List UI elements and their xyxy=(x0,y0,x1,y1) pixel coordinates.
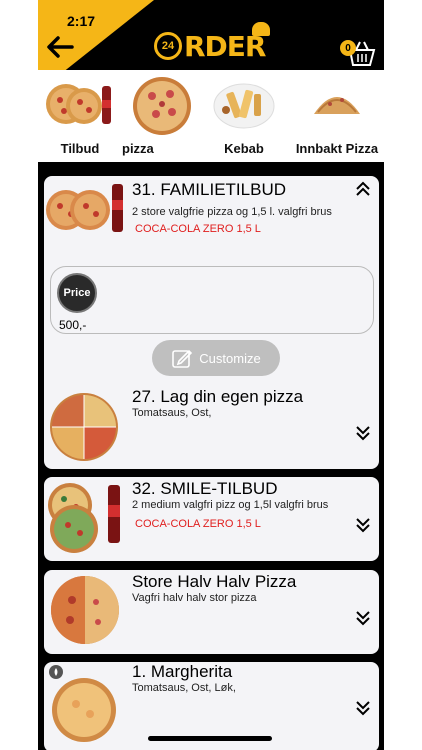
category-innbakt-pizza[interactable]: Innbakt Pizza xyxy=(290,70,384,162)
item-option: COCA-COLA ZERO 1,5 L xyxy=(135,518,261,530)
item-image xyxy=(52,678,116,742)
item-image xyxy=(46,184,123,232)
calzone-image xyxy=(314,97,360,114)
item-title: 31. FAMILIETILBUD xyxy=(132,180,286,199)
category-kebab[interactable]: Kebab xyxy=(204,70,284,162)
chevron-down-icon[interactable] xyxy=(355,700,371,716)
item-description: Vagfri halv halv stor pizza xyxy=(132,592,257,604)
app-logo: 24 RDER xyxy=(154,22,270,66)
app-screen: 2:17 24 RDER 0 Tilbud pizza Kebab Innbak… xyxy=(38,0,384,750)
item-description: 2 store valgfrie pizza og 1,5 l. valgfri… xyxy=(132,206,332,218)
menu-item-lag-din-egen-pizza[interactable]: 27. Lag din egen pizza Tomatsaus, Ost, xyxy=(44,385,379,469)
chevron-down-icon[interactable] xyxy=(355,517,371,533)
menu-item-familietilbud[interactable]: 31. FAMILIETILBUD 2 store valgfrie pizza… xyxy=(44,176,379,405)
home-indicator[interactable] xyxy=(148,736,272,741)
chef-hat-icon xyxy=(252,22,270,36)
menu-item-store-halv-halv-pizza[interactable]: Store Halv Halv Pizza Vagfri halv halv s… xyxy=(44,570,379,654)
category-tilbud[interactable]: Tilbud xyxy=(38,70,122,162)
price-value: 500,- xyxy=(59,318,87,332)
cart-count-badge: 0 xyxy=(340,40,356,56)
chevron-down-icon[interactable] xyxy=(355,425,371,441)
customize-label: Customize xyxy=(199,350,261,366)
status-time: 2:17 xyxy=(67,13,96,29)
item-image xyxy=(50,393,118,461)
item-image xyxy=(51,576,119,644)
item-description: 2 medium valgfri pizz og 1,5l valgfri br… xyxy=(132,499,329,511)
item-title: 1. Margherita xyxy=(132,662,233,681)
kebab-image xyxy=(213,83,275,129)
back-arrow-icon[interactable] xyxy=(42,30,76,64)
customize-button[interactable]: Customize xyxy=(152,340,280,376)
category-label: pizza xyxy=(122,141,154,156)
item-title: 32. SMILE-TILBUD xyxy=(132,479,278,498)
app-header: 2:17 24 RDER 0 xyxy=(38,0,384,92)
menu-item-smile-tilbud[interactable]: 32. SMILE-TILBUD 2 medium valgfri pizz o… xyxy=(44,477,379,561)
category-label: Innbakt Pizza xyxy=(295,141,379,156)
menu-list: 31. FAMILIETILBUD 2 store valgfrie pizza… xyxy=(38,162,384,750)
category-label: Tilbud xyxy=(60,141,100,156)
price-label: Price xyxy=(57,273,97,313)
edit-icon xyxy=(172,349,193,368)
category-pizza[interactable]: pizza xyxy=(122,70,202,162)
category-label: Kebab xyxy=(224,141,264,156)
pizza-image xyxy=(133,77,191,135)
item-description: Tomatsaus, Ost, Løk, xyxy=(132,682,236,694)
item-image xyxy=(48,483,120,553)
item-description: Tomatsaus, Ost, xyxy=(132,407,212,419)
item-title: 27. Lag din egen pizza xyxy=(132,387,304,406)
chevron-up-icon[interactable] xyxy=(355,181,371,197)
item-title: Store Halv Halv Pizza xyxy=(132,572,297,591)
price-box: Price 500,- xyxy=(50,266,374,334)
pizza-cola-image xyxy=(46,84,111,124)
item-option: COCA-COLA ZERO 1,5 L xyxy=(135,223,261,235)
logo-badge: 24 xyxy=(154,32,182,60)
chevron-down-icon[interactable] xyxy=(355,610,371,626)
